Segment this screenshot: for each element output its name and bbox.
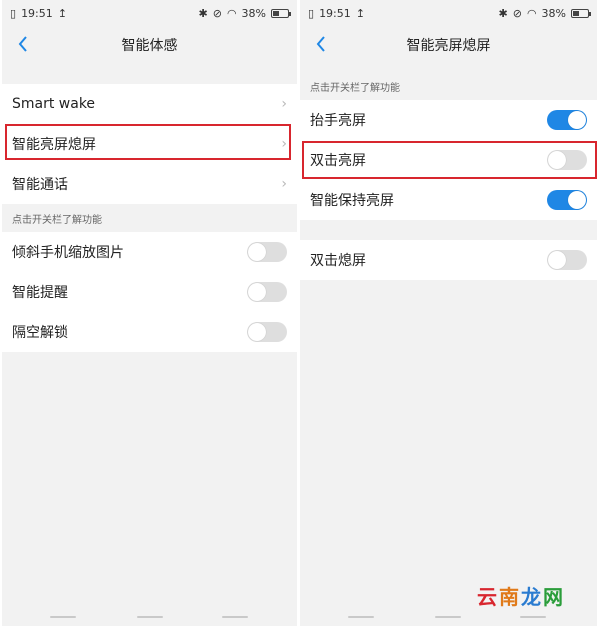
toggle-list: 倾斜手机缩放图片 智能提醒 隔空解锁 <box>2 232 297 352</box>
toggle-switch[interactable] <box>247 282 287 302</box>
toggle-row-smart-stay-awake[interactable]: 智能保持亮屏 <box>300 180 597 220</box>
section-label: 点击开关栏了解功能 <box>12 215 102 226</box>
status-bar: ▯ 19:51 ↥ ✱ ⊘ ◠ 38% <box>2 0 297 26</box>
toggle-switch[interactable] <box>247 242 287 262</box>
page-title: 智能体感 <box>121 38 178 54</box>
status-time: 19:51 <box>21 6 53 20</box>
nav-bar: 智能体感 <box>2 26 297 64</box>
gesture-bar <box>222 616 248 618</box>
chevron-right-icon: › <box>281 96 287 112</box>
wifi-icon: ◠ <box>526 6 537 20</box>
watermark-char: 云 <box>477 585 498 609</box>
watermark-char: 南 <box>499 585 520 609</box>
back-button[interactable] <box>310 32 332 56</box>
sim-icon: ▯ <box>308 6 315 20</box>
chevron-right-icon: › <box>281 176 287 192</box>
screen-smart-screen-on-off: ▯ 19:51 ↥ ✱ ⊘ ◠ 38% 智能亮屏熄屏 点击开关栏了解功能 抬手亮… <box>300 0 597 626</box>
toggle-switch[interactable] <box>247 322 287 342</box>
gesture-bar <box>435 616 461 618</box>
section-label: 点击开关栏了解功能 <box>310 83 400 94</box>
back-chevron-icon <box>316 36 325 52</box>
toggle-label: 倾斜手机缩放图片 <box>12 245 124 261</box>
toggle-switch[interactable] <box>547 250 587 270</box>
upload-icon: ↥ <box>355 6 365 20</box>
toggle-row-double-tap-sleep[interactable]: 双击熄屏 <box>300 240 597 280</box>
watermark-char: 龙 <box>521 585 542 609</box>
toggle-row-tilt-zoom[interactable]: 倾斜手机缩放图片 <box>2 232 297 272</box>
toggle-list-2: 双击熄屏 <box>300 240 597 280</box>
wifi-icon: ◠ <box>226 6 237 20</box>
gesture-bar <box>50 616 76 618</box>
toggle-row-air-unlock[interactable]: 隔空解锁 <box>2 312 297 352</box>
toggle-label: 隔空解锁 <box>12 325 68 341</box>
nav-bar: 智能亮屏熄屏 <box>300 26 597 64</box>
highlight-box <box>5 124 291 160</box>
list-item-label: Smart wake <box>12 96 96 112</box>
toggle-label: 双击熄屏 <box>310 253 366 269</box>
toggle-row-raise-to-wake[interactable]: 抬手亮屏 <box>300 100 597 140</box>
back-chevron-icon <box>18 36 27 52</box>
bluetooth-icon: ✱ <box>198 6 208 20</box>
battery-percent: 38% <box>541 6 566 20</box>
battery-percent: 38% <box>241 6 266 20</box>
upload-icon: ↥ <box>57 6 67 20</box>
mute-icon: ⊘ <box>512 6 522 20</box>
gesture-bar <box>520 616 546 618</box>
toggle-label: 智能提醒 <box>12 285 68 301</box>
highlight-box <box>302 141 597 179</box>
toggle-switch[interactable] <box>547 190 587 210</box>
toggle-row-smart-reminder[interactable]: 智能提醒 <box>2 272 297 312</box>
status-time: 19:51 <box>319 6 351 20</box>
battery-icon <box>271 8 291 18</box>
toggle-label: 抬手亮屏 <box>310 113 366 129</box>
mute-icon: ⊘ <box>212 6 222 20</box>
battery-icon <box>571 8 591 18</box>
page-title: 智能亮屏熄屏 <box>406 38 491 54</box>
back-button[interactable] <box>12 32 34 56</box>
status-bar: ▯ 19:51 ↥ ✱ ⊘ ◠ 38% <box>300 0 597 26</box>
watermark-logo: 云 南 龙 网 <box>477 581 564 610</box>
toggle-switch[interactable] <box>547 110 587 130</box>
screen-smart-motion: ▯ 19:51 ↥ ✱ ⊘ ◠ 38% 智能体感 Smart wake › 智能… <box>2 0 297 626</box>
gesture-bar <box>137 616 163 618</box>
list-item-smart-call[interactable]: 智能通话 › <box>2 164 297 204</box>
watermark-char: 网 <box>543 585 564 609</box>
list-item-smart-wake[interactable]: Smart wake › <box>2 84 297 124</box>
bluetooth-icon: ✱ <box>498 6 508 20</box>
list-item-label: 智能通话 <box>12 177 68 193</box>
sim-icon: ▯ <box>10 6 17 20</box>
gesture-bar <box>348 616 374 618</box>
toggle-label: 智能保持亮屏 <box>310 193 394 209</box>
